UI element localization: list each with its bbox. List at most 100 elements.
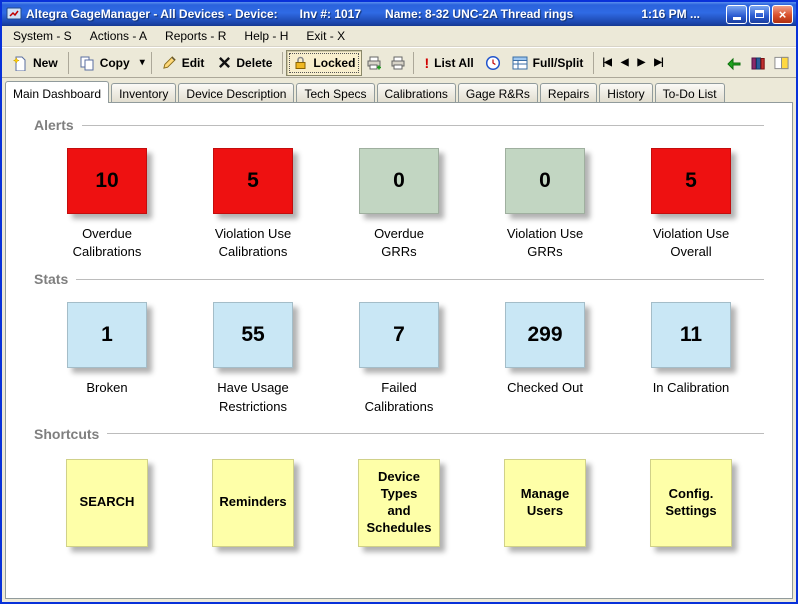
menu-system[interactable]: System - S	[4, 26, 81, 46]
tabbar: Main Dashboard Inventory Device Descript…	[2, 78, 796, 103]
copy-dropdown-button[interactable]: ▾	[137, 50, 148, 76]
panel-toggle-button[interactable]	[770, 50, 793, 76]
alert-tile-value-box[interactable]: 10	[67, 148, 147, 214]
shortcut-reminders-button[interactable]: Reminders	[212, 458, 294, 547]
stat-tile-broken: 1 Broken	[67, 302, 147, 415]
tile-value: 55	[241, 323, 265, 347]
full-split-label: Full/Split	[532, 55, 584, 70]
tile-value: 299	[527, 323, 563, 347]
list-all-label: List All	[434, 55, 474, 70]
tile-value: 0	[539, 169, 551, 192]
stat-tile-usage-restrictions: 55 Have Usage Restrictions	[213, 302, 293, 415]
toolbar-separator	[593, 51, 595, 74]
stat-tile-value-box[interactable]: 11	[651, 302, 731, 369]
clock-button[interactable]	[481, 50, 505, 76]
tile-label: Broken	[86, 380, 128, 396]
minimize-icon	[732, 17, 741, 20]
window-controls: ×	[726, 4, 793, 24]
stat-tile-value-box[interactable]: 299	[505, 302, 585, 369]
shortcut-device-types-button[interactable]: Device Types and Schedules	[358, 458, 440, 547]
tile-value: 11	[679, 323, 703, 347]
alerts-section: Alerts 10 Overdue Calibrations 5 Violati…	[34, 117, 764, 261]
tile-label: Violation Use GRRs	[506, 226, 584, 260]
shortcut-config-settings-button[interactable]: Config. Settings	[650, 458, 732, 547]
chevron-down-icon: ▾	[139, 57, 145, 68]
toolbar: New Copy ▾ Edit Delete Locked ! List All…	[2, 47, 796, 78]
nav-last-button[interactable]: ▶|	[649, 50, 668, 76]
stat-tile-in-calibration: 11 In Calibration	[651, 302, 731, 415]
close-button[interactable]: ×	[772, 4, 793, 24]
menu-exit[interactable]: Exit - X	[297, 26, 354, 46]
locked-toggle[interactable]: Locked	[286, 49, 363, 76]
section-divider	[81, 124, 764, 126]
toolbar-separator	[282, 51, 284, 74]
alert-tile-violation-use-grrs: 0 Violation Use GRRs	[505, 148, 585, 261]
alert-tile-value-box[interactable]: 5	[213, 148, 293, 214]
tab-gage-rrs[interactable]: Gage R&Rs	[457, 83, 538, 102]
tile-value: 5	[247, 169, 259, 192]
menu-help[interactable]: Help - H	[235, 26, 297, 46]
maximize-button[interactable]	[749, 4, 770, 24]
alert-tile-value-box[interactable]: 0	[359, 148, 439, 214]
menu-actions[interactable]: Actions - A	[81, 26, 156, 46]
alerts-section-title: Alerts	[34, 117, 74, 133]
nav-prev-button[interactable]: ◀	[616, 50, 633, 76]
section-divider	[76, 278, 764, 280]
titlebar[interactable]: Altegra GageManager - All Devices - Devi…	[2, 2, 796, 26]
close-icon: ×	[778, 6, 787, 22]
clock-time: 1:16 PM ...	[641, 7, 700, 21]
pencil-icon	[162, 55, 177, 70]
new-button[interactable]: New	[5, 50, 65, 76]
delete-button[interactable]: Delete	[211, 50, 279, 76]
tab-inventory[interactable]: Inventory	[111, 83, 177, 102]
import-button[interactable]	[722, 50, 746, 76]
alert-tile-value-box[interactable]: 5	[651, 148, 731, 214]
tab-todo-list[interactable]: To-Do List	[654, 83, 725, 102]
minimize-button[interactable]	[726, 4, 747, 24]
alert-tile-violation-use-calibrations: 5 Violation Use Calibrations	[213, 148, 293, 261]
list-all-button[interactable]: ! List All	[417, 50, 480, 76]
print-button[interactable]	[386, 50, 410, 76]
nav-next-button[interactable]: ▶	[633, 50, 650, 76]
toolbar-separator	[150, 51, 152, 74]
copy-icon	[79, 55, 95, 71]
tab-history[interactable]: History	[599, 83, 653, 102]
section-divider	[107, 433, 764, 435]
tab-repairs[interactable]: Repairs	[539, 83, 598, 102]
shortcut-search-button[interactable]: SEARCH	[66, 458, 148, 547]
delete-label: Delete	[236, 55, 273, 70]
reference-books-button[interactable]	[746, 50, 770, 76]
tab-calibrations[interactable]: Calibrations	[376, 83, 456, 102]
tile-value: 0	[393, 169, 405, 192]
main-dashboard-panel: Alerts 10 Overdue Calibrations 5 Violati…	[5, 102, 793, 599]
printer-add-icon	[366, 55, 382, 71]
first-record-icon: |◀	[602, 57, 611, 68]
alert-tile-value-box[interactable]: 0	[505, 148, 585, 214]
green-arrow-icon	[726, 55, 742, 71]
shortcut-manage-users-button[interactable]: Manage Users	[504, 458, 586, 547]
print-batch-button[interactable]	[362, 50, 386, 76]
tab-main-dashboard[interactable]: Main Dashboard	[5, 81, 110, 103]
tab-device-description[interactable]: Device Description	[178, 83, 295, 102]
copy-button[interactable]: Copy	[72, 50, 137, 76]
tab-tech-specs[interactable]: Tech Specs	[296, 83, 375, 102]
stats-section-title: Stats	[34, 271, 69, 288]
split-panel-icon	[774, 56, 789, 70]
toolbar-separator	[67, 51, 69, 74]
menubar: System - S Actions - A Reports - R Help …	[2, 26, 796, 47]
window-title: Altegra GageManager - All Devices - Devi…	[26, 7, 278, 21]
nav-first-button[interactable]: |◀	[597, 50, 616, 76]
full-split-button[interactable]: Full/Split	[505, 50, 591, 76]
last-record-icon: ▶|	[654, 57, 663, 68]
copy-label: Copy	[99, 55, 130, 70]
stat-tile-value-box[interactable]: 1	[67, 302, 147, 369]
edit-button[interactable]: Edit	[155, 50, 212, 76]
next-record-icon: ▶	[637, 57, 646, 68]
stat-tile-value-box[interactable]: 55	[213, 302, 293, 369]
delete-x-icon	[218, 56, 231, 69]
menu-reports[interactable]: Reports - R	[156, 26, 235, 46]
tile-value: 10	[95, 169, 119, 192]
tile-value: 7	[393, 323, 405, 347]
app-window: Altegra GageManager - All Devices - Devi…	[0, 0, 798, 604]
stat-tile-value-box[interactable]: 7	[359, 302, 439, 369]
